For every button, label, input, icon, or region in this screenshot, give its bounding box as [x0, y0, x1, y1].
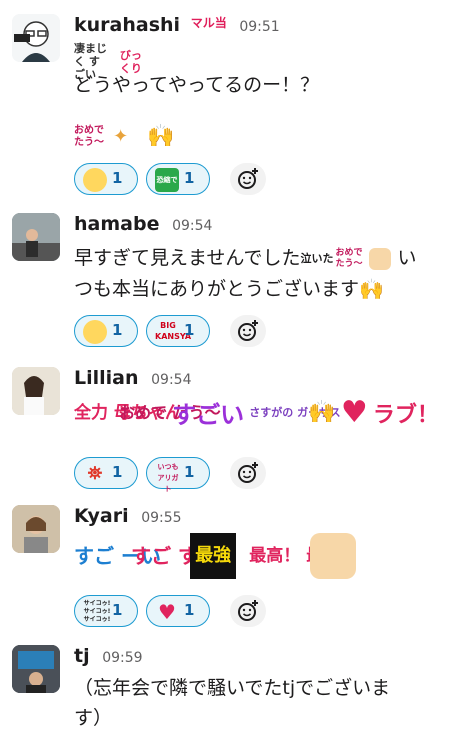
stamp-sugoi-2: すご すぎ [131, 543, 219, 568]
message-kyari: Kyari 09:55 すご ーい すご すぎ 最強 最高！ 最高！ サイコゥ!… [0, 495, 465, 635]
stamp-omedetou: おめで たう〜 [119, 402, 221, 422]
stamp-naita: 泣いた [300, 251, 334, 265]
username[interactable]: Kyari 09:55 [74, 505, 182, 527]
stamp-row: すご ーい すご すぎ 最強 最高！ 最高！ [74, 533, 358, 587]
timestamp[interactable]: 09:59 [102, 650, 142, 666]
crying-face-icon [83, 320, 107, 344]
username-text[interactable]: Kyari [74, 505, 129, 527]
kyoushuku-emoji: 恐縮です [155, 168, 179, 208]
reaction-count: 1 [112, 169, 123, 187]
username-text[interactable]: tj [74, 645, 90, 667]
username[interactable]: hamabe 09:54 [74, 213, 212, 235]
message-text-part: す） [74, 707, 113, 729]
stamp-row: 全力 母ちゃん おめで たう〜 すごい さすがの ガーサス 🙌 ♥ ラブ！ [74, 395, 439, 445]
stamp-sugoi: すごい [172, 401, 245, 429]
add-emoji-icon [238, 462, 258, 483]
heart-eyes-cat-icon [310, 533, 357, 579]
stamp-sugoi-1: すご ーい [74, 543, 161, 568]
reaction-count: 1 [184, 169, 195, 187]
stamp-omedetou: おめで たう〜 [335, 247, 363, 269]
reaction-count: 1 [184, 601, 195, 619]
stamp-omedetou: おめで たう〜 [74, 124, 104, 148]
reaction-crying[interactable]: 1 [74, 315, 138, 347]
stamp-row: おめで たう〜 ✦ 🙌 [74, 124, 175, 154]
raised-hands-icon: 🙌 [147, 124, 175, 149]
username-text[interactable]: Lillian [74, 367, 139, 389]
add-reaction-button[interactable] [230, 315, 266, 347]
itsumo-arigato-emoji: いつも アリガト [157, 463, 179, 493]
reaction-count: 1 [112, 601, 123, 619]
message-tj: tj 09:59 （忘年会で隣で騒いでたtjでございま す） [0, 635, 465, 731]
add-reaction-button[interactable] [230, 595, 266, 627]
avatar[interactable] [12, 645, 60, 693]
reaction-crying[interactable]: 1 [74, 163, 138, 195]
stamp-saikou: 最高！ 最高！ [249, 546, 358, 566]
timestamp[interactable]: 09:54 [172, 218, 212, 234]
add-emoji-icon [238, 320, 258, 341]
heart-icon: ♥ [158, 600, 176, 624]
username[interactable]: kurahashi マル当 09:51 [74, 14, 280, 36]
username[interactable]: tj 09:59 [74, 645, 143, 667]
reaction-tokyo-tower[interactable]: ⛯ 1 [74, 457, 138, 489]
username[interactable]: Lillian 09:54 [74, 367, 192, 389]
reaction-itsumo-arigato[interactable]: いつも アリガト 1 [146, 457, 210, 493]
raised-hands-icon: 🙌 [308, 400, 336, 425]
message-text-part: 早すぎて見えませんでした [74, 247, 301, 269]
username-text[interactable]: kurahashi [74, 14, 180, 36]
reaction-heart[interactable]: ♥ 1 [146, 595, 210, 627]
reaction-count: 1 [184, 463, 195, 481]
avatar[interactable] [12, 213, 60, 261]
reaction-count: 1 [112, 463, 123, 481]
timestamp[interactable]: 09:54 [151, 372, 191, 388]
timestamp[interactable]: 09:55 [141, 510, 181, 526]
message-lillian: Lillian 09:54 全力 母ちゃん おめで たう〜 すごい さすがの ガ… [0, 357, 465, 495]
message-text: どうやってやってるのー！？ [74, 74, 320, 96]
cat-icon [369, 247, 392, 270]
add-reaction-button[interactable] [230, 163, 266, 195]
add-emoji-icon [238, 600, 258, 621]
saikou-emoji: サイコゥ! サイコゥ! サイコゥ! [83, 600, 111, 623]
raised-hands-icon: 🙌 [359, 277, 384, 301]
crying-face-icon [83, 168, 107, 192]
message-kurahashi: kurahashi マル当 09:51 凄まじく すごい びっ くり どうやって… [0, 0, 465, 208]
heart-icon: ♥ [340, 395, 368, 430]
add-emoji-icon [238, 168, 258, 189]
message-text-part: つも本当にありがとうございます [74, 277, 360, 300]
party-popper-icon: ✦ [113, 126, 129, 147]
add-reaction-button[interactable] [230, 457, 266, 489]
avatar[interactable] [12, 505, 60, 553]
message-text-part: い [397, 247, 417, 269]
custom-status-badge: マル当 [190, 16, 227, 30]
avatar[interactable] [12, 14, 60, 62]
reaction-kyoushuku[interactable]: 恐縮です 1 [146, 163, 210, 208]
big-kansya-emoji: BIG KANSYA [155, 321, 192, 341]
reaction-saikou[interactable]: サイコゥ! サイコゥ! サイコゥ! 1 [74, 595, 138, 627]
message-text-part: （忘年会で隣で騒いでたtjでございま [74, 677, 391, 699]
stamp-saikyou: 最強 [190, 533, 237, 579]
stamp-love: ラブ！ [372, 402, 439, 428]
avatar[interactable] [12, 367, 60, 415]
tokyo-tower-icon: ⛯ [87, 463, 103, 484]
reaction-big-kansya[interactable]: BIG KANSYA 1 [146, 315, 210, 347]
message-hamabe: hamabe 09:54 早すぎて見えませんでした泣いた おめで たう〜 い つも本… [0, 205, 465, 357]
stamp-sasuga: さすがの ガーサス [249, 405, 341, 419]
stamp-zenryoku: 全力 母ちゃん [74, 402, 182, 423]
reaction-count: 1 [184, 321, 195, 339]
username-text[interactable]: hamabe [74, 213, 159, 235]
reaction-count: 1 [112, 321, 123, 339]
message-text: （忘年会で隣で騒いでたtjでございま す） [74, 673, 454, 733]
message-text: 早すぎて見えませんでした泣いた おめで たう〜 い つも本当にありがとうございます🙌 [74, 243, 454, 304]
timestamp[interactable]: 09:51 [239, 19, 279, 35]
